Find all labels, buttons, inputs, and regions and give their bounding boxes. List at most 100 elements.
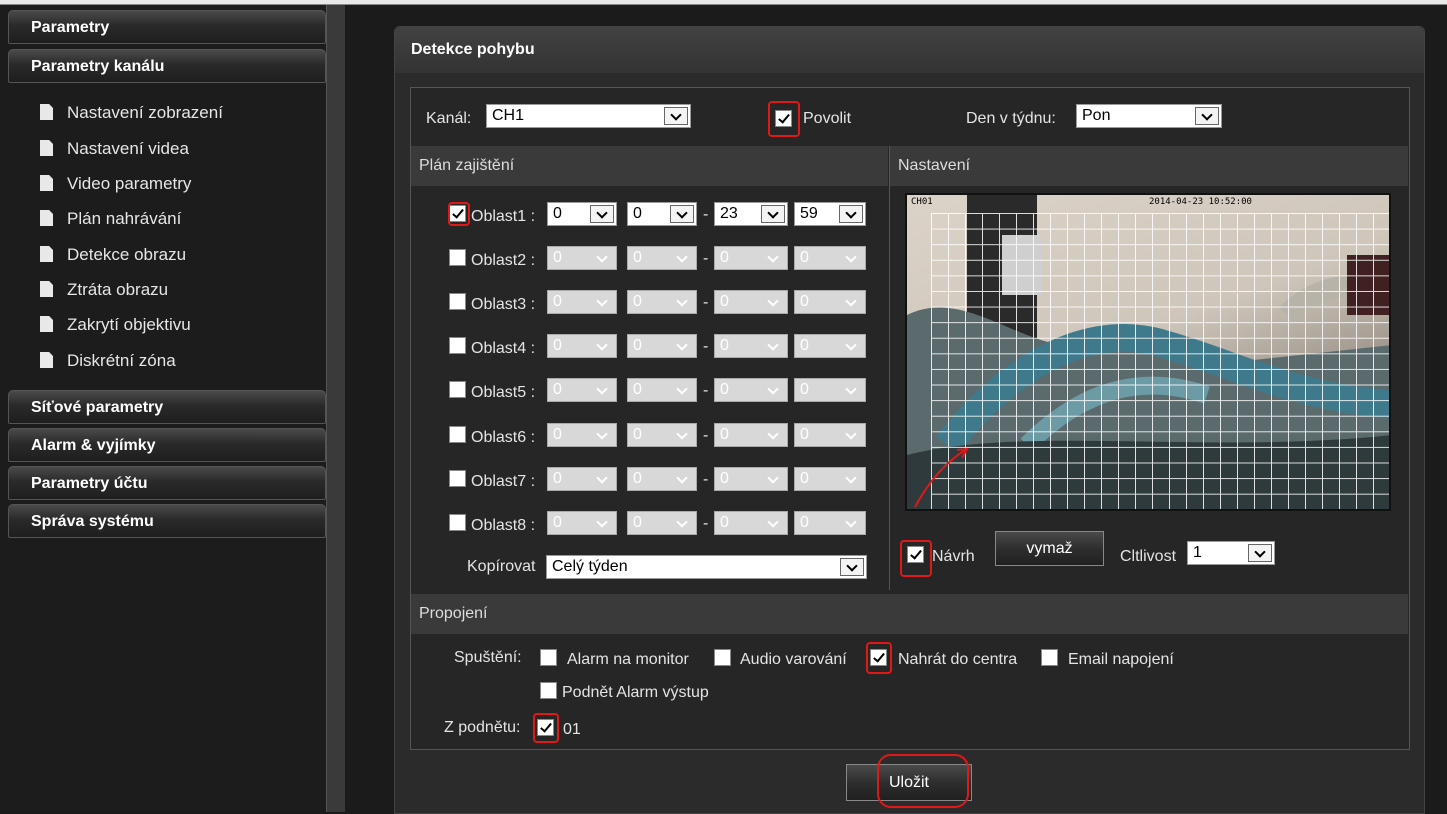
sidebar-section-network[interactable]: Síťové parametry <box>8 390 326 424</box>
area-time-select[interactable]: 0 <box>714 334 788 358</box>
area-time-select[interactable]: 0 <box>627 290 697 314</box>
area-time-select[interactable]: 0 <box>627 334 697 358</box>
sidebar-item-recording-plan[interactable]: Plán nahrávání <box>40 206 181 232</box>
alarm-monitor-checkbox[interactable] <box>540 649 557 666</box>
chevron-down-icon <box>590 293 614 311</box>
sensitivity-select[interactable]: 1 <box>1187 541 1275 565</box>
camera-preview[interactable]: CH01 2014-04-23 10:52:00 <box>905 193 1391 511</box>
area-time-select[interactable]: 0 <box>627 511 697 535</box>
area-time-select[interactable]: 0 <box>714 511 788 535</box>
area-time-select[interactable]: 0 <box>714 423 788 447</box>
annotation-highlight <box>768 101 800 137</box>
area-label: Oblast2 : <box>471 252 536 269</box>
area-time-select[interactable]: 0 <box>714 290 788 314</box>
area-time-select[interactable]: 0 <box>627 467 697 491</box>
area-time-select[interactable]: 0 <box>794 467 866 491</box>
chevron-down-icon <box>761 514 785 532</box>
document-icon <box>40 140 53 156</box>
area-checkbox[interactable] <box>449 514 466 531</box>
time-separator: - <box>703 471 709 488</box>
chevron-down-icon <box>590 205 614 223</box>
clear-button[interactable]: vymaž <box>995 531 1104 566</box>
area-checkbox[interactable] <box>449 470 466 487</box>
area-checkbox[interactable] <box>449 249 466 266</box>
channel-label: Kanál: <box>426 110 472 127</box>
sidebar-item-video-params[interactable]: Video parametry <box>40 171 191 197</box>
document-icon <box>40 352 53 368</box>
area-time-select[interactable]: 0 <box>794 511 866 535</box>
chevron-down-icon <box>761 205 785 223</box>
copy-select[interactable]: Celý týden <box>546 555 867 579</box>
sidebar-item-video-loss[interactable]: Ztráta obrazu <box>40 277 168 303</box>
area-time-select[interactable]: 0 <box>627 202 697 226</box>
channel-select[interactable]: CH1 <box>486 104 691 128</box>
sidebar-item-display-settings[interactable]: Nastavení zobrazení <box>40 100 223 126</box>
chevron-down-icon <box>670 470 694 488</box>
area-time-select[interactable]: 0 <box>547 467 617 491</box>
area-label: Oblast8 : <box>471 517 536 534</box>
email-checkbox[interactable] <box>1041 649 1058 666</box>
chevron-down-icon <box>761 470 785 488</box>
area-time-select[interactable]: 0 <box>547 378 617 402</box>
sidebar-section-channel-params[interactable]: Parametry kanálu <box>8 49 326 83</box>
sidebar-section-parametry[interactable]: Parametry <box>8 10 326 44</box>
area-time-select[interactable]: 0 <box>627 423 697 447</box>
document-icon <box>40 246 53 262</box>
area-label: Oblast6 : <box>471 429 536 446</box>
alarm-output-checkbox[interactable] <box>540 682 557 699</box>
sidebar-section-account[interactable]: Parametry účtu <box>8 466 326 500</box>
area-checkbox[interactable] <box>449 426 466 443</box>
chevron-down-icon <box>670 293 694 311</box>
area-time-select[interactable]: 59 <box>794 202 866 226</box>
copy-label: Kopírovat <box>467 558 536 575</box>
area-time-select[interactable]: 0 <box>547 334 617 358</box>
chevron-down-icon <box>839 426 863 444</box>
area-time-select[interactable]: 0 <box>547 290 617 314</box>
area-checkbox[interactable] <box>449 293 466 310</box>
chevron-down-icon <box>840 558 864 576</box>
chevron-down-icon <box>670 337 694 355</box>
area-checkbox[interactable] <box>449 337 466 354</box>
area-time-select[interactable]: 0 <box>794 334 866 358</box>
sidebar-section-alarm[interactable]: Alarm & vyjímky <box>8 428 326 462</box>
sidebar-scrollbar[interactable] <box>326 5 345 812</box>
sidebar-item-privacy-zone[interactable]: Diskrétní zóna <box>40 348 176 374</box>
area-checkbox[interactable] <box>449 381 466 398</box>
sidebar-item-motion-detection[interactable]: Detekce obrazu <box>40 242 186 268</box>
area-time-select[interactable]: 0 <box>627 378 697 402</box>
chevron-down-icon <box>839 337 863 355</box>
page-title: Detekce pohybu <box>395 27 1424 73</box>
area-time-select[interactable]: 0 <box>794 423 866 447</box>
area-time-select[interactable]: 0 <box>627 246 697 270</box>
area-time-select[interactable]: 0 <box>714 246 788 270</box>
weekday-select[interactable]: Pon <box>1076 104 1222 128</box>
draw-label: Návrh <box>932 548 975 565</box>
area-time-select[interactable]: 0 <box>794 378 866 402</box>
area-time-select[interactable]: 23 <box>714 202 788 226</box>
alarm-output-label: Podnět Alarm výstup <box>562 684 709 701</box>
schedule-header: Plán zajištění <box>411 146 888 186</box>
trigger-label: Spuštění: <box>454 649 522 666</box>
area-time-select[interactable]: 0 <box>547 202 617 226</box>
area-time-select[interactable]: 0 <box>547 423 617 447</box>
sidebar-section-system[interactable]: Správa systému <box>8 504 326 538</box>
area-time-select[interactable]: 0 <box>547 511 617 535</box>
annotation-highlight <box>877 754 969 808</box>
email-label: Email napojení <box>1068 651 1174 668</box>
area-time-select[interactable]: 0 <box>794 290 866 314</box>
chevron-down-icon <box>664 107 688 125</box>
area-time-select[interactable]: 0 <box>794 246 866 270</box>
sidebar-item-video-settings[interactable]: Nastavení videa <box>40 136 189 162</box>
sidebar-item-lens-cover[interactable]: Zakrytí objektivu <box>40 312 191 338</box>
area-time-select[interactable]: 0 <box>714 378 788 402</box>
area-time-select[interactable]: 0 <box>547 246 617 270</box>
area-time-select[interactable]: 0 <box>714 467 788 491</box>
document-icon <box>40 104 53 120</box>
annotation-highlight <box>448 202 470 226</box>
audio-warning-checkbox[interactable] <box>714 649 731 666</box>
chevron-down-icon <box>670 249 694 267</box>
chevron-down-icon <box>590 249 614 267</box>
document-icon <box>40 175 53 191</box>
annotation-arrow <box>914 447 969 508</box>
chevron-down-icon <box>761 293 785 311</box>
